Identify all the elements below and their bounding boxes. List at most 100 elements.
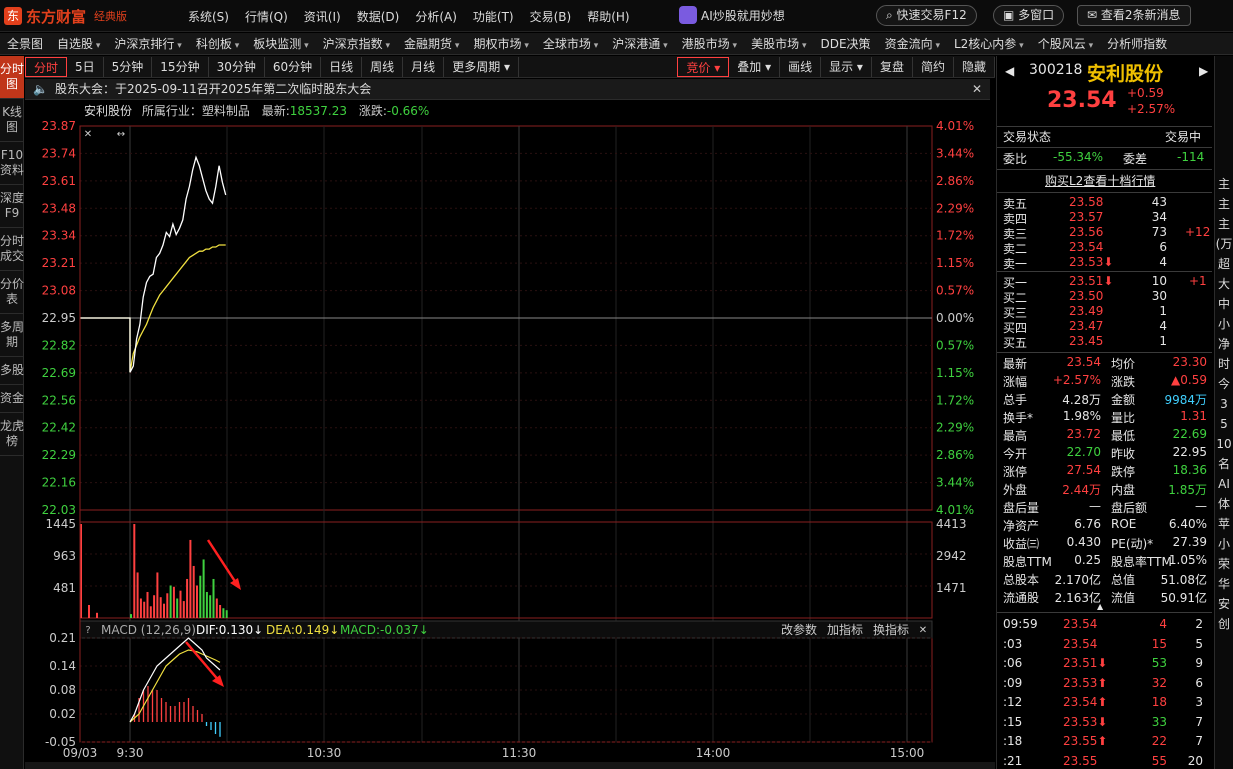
weicha-value: -114 [1177,150,1205,164]
stat-value-11: 0.25 [1074,553,1101,567]
annotation-arrow-macd [185,641,221,683]
price-tick-14: 22.03 [42,503,76,517]
macd-btn-2[interactable]: 换指标 [873,622,909,637]
messages-button[interactable]: ✉ 查看2条新消息 [1077,5,1191,26]
volume-bar-16 [172,586,175,618]
annotation-arrowhead-vol [230,578,241,590]
bid-price-2[interactable]: 23.49 [1069,304,1103,318]
tick-price-0: 23.54 [1063,617,1098,631]
edge-item-17: 苹 [1217,517,1230,531]
tick-count-4: 3 [1195,695,1203,709]
volume-bar-15 [169,585,172,618]
ask-price-1[interactable]: 23.57 [1069,210,1103,224]
tick-time-6: :18 [1003,734,1023,748]
volume-bar-13 [163,603,165,618]
ask-price-3[interactable]: 23.54 [1069,240,1103,254]
multi-window-button[interactable]: ▣ 多窗口 [993,5,1065,26]
nav-item-16[interactable]: 分析师指数 [1100,35,1174,52]
edge-item-0: 主 [1217,177,1230,191]
tick-price-7: 23.55 [1063,753,1098,768]
stat-value2-12: 51.08亿 [1160,573,1207,587]
prev-stock-icon[interactable]: ◀ [1005,64,1014,78]
stat-value-0: 23.54 [1066,355,1101,369]
stat-label2-5: 昨收 [1111,447,1136,461]
bid-price-4[interactable]: 23.45 [1069,334,1103,348]
volume-bar-12 [159,597,162,618]
tick-vol-6: 22 [1151,734,1167,748]
volume-bar-2 [96,612,98,618]
next-stock-icon[interactable]: ▶ [1199,64,1208,78]
tick-count-2: 9 [1195,656,1203,670]
stat-label2-0: 均价 [1111,357,1136,371]
ask-price-0[interactable]: 23.58 [1069,195,1103,209]
bid-price-0[interactable]: 23.51⬇ [1069,274,1113,288]
close-overlay-icon: ✕ [84,129,92,140]
edge-item-9: 时 [1217,357,1230,371]
sep-6 [997,612,1212,613]
volume-bar-22 [192,565,195,618]
vol-pct-tick-1: 2942 [936,549,967,563]
edge-item-15: AI [1218,477,1230,491]
ask-price-2[interactable]: 23.56 [1069,225,1103,239]
pct-tick-8: 0.57% [936,338,974,352]
bid-price-3[interactable]: 23.47 [1069,319,1103,333]
price-tick-2: 23.61 [42,174,76,188]
macd-btn-0[interactable]: 改参数 [781,622,817,637]
tick-time-1: :03 [1003,636,1023,651]
l2-link[interactable]: 购买L2查看十档行情 [1045,172,1155,189]
volume-bar-21 [189,539,192,618]
stat-label2-3: 量比 [1111,411,1136,425]
ask-vol-4: 4 [1159,255,1167,269]
tick-count-5: 7 [1195,714,1203,729]
messages-label: 查看2条新消息 [1100,8,1181,22]
edge-item-11: 3 [1220,397,1228,411]
price-tick-3: 23.48 [42,201,76,215]
vol-pct-tick-0: 4413 [936,517,967,531]
stat-value-8: — [1089,499,1101,513]
stat-value-7: 2.44万 [1062,483,1101,497]
time-tick-2: 10:30 [307,746,342,760]
edge-item-8: 净 [1217,337,1230,351]
stat-value2-11: 1.05% [1168,553,1207,567]
volume-bar-4 [133,524,136,618]
ask-price-4[interactable]: 23.53⬇ [1069,255,1113,269]
stat-label-3: 换手* [1003,411,1034,425]
stat-value-1: +2.57% [1052,373,1101,387]
volume-bar-32 [225,610,228,618]
volume-bar-11 [156,572,159,618]
bid-price-1[interactable]: 23.50 [1069,289,1103,303]
pct-tick-9: 1.15% [936,366,974,380]
stat-label2-2: 金额 [1111,393,1136,407]
collapse-icon[interactable]: ▲ [1097,602,1103,611]
pct-tick-10: 1.72% [936,393,974,407]
stat-value2-0: 23.30 [1172,355,1207,369]
pct-tick-4: 1.72% [936,229,974,243]
macd-tick-3: 0.02 [49,707,76,721]
tick-vol-1: 15 [1151,636,1167,651]
stat-label-5: 今开 [1003,447,1028,461]
drag-handle-icon: ↔ [117,129,125,140]
edge-item-1: 主 [1217,197,1230,211]
tick-count-1: 5 [1195,636,1203,651]
chart-canvas: 23.87 4.01% 23.74 3.44% 23.61 2.86% 23.48 2.29%… [42,119,974,760]
annotation-arrowhead-macd [212,675,224,687]
stat-label-6: 涨停 [1003,465,1028,479]
stat-label2-1: 涨跌 [1111,375,1136,389]
stat-value2-3: 1.31 [1180,409,1207,423]
edge-item-21: 安 [1217,597,1230,611]
macd-close-icon: ✕ [919,625,927,636]
ask-vol-2: 73 [1151,225,1167,239]
stat-value2-5: 22.95 [1172,445,1207,459]
stat-label-12: 总股本 [1003,573,1040,587]
stat-value2-9: 6.40% [1168,517,1207,531]
stat-label-1: 涨幅 [1003,375,1028,389]
nav-item-15[interactable]: 个股风云 [1031,35,1100,52]
tick-count-0: 2 [1195,617,1203,631]
volume-bar-5 [136,572,139,618]
stat-label-8: 盘后量 [1003,501,1040,515]
edge-item-12: 5 [1220,417,1228,431]
volume-bar-29 [215,598,218,618]
macd-tick-1: 0.14 [49,659,76,673]
macd-btn-1[interactable]: 加指标 [827,622,863,637]
tick-time-0: 09:59 [1003,617,1038,631]
